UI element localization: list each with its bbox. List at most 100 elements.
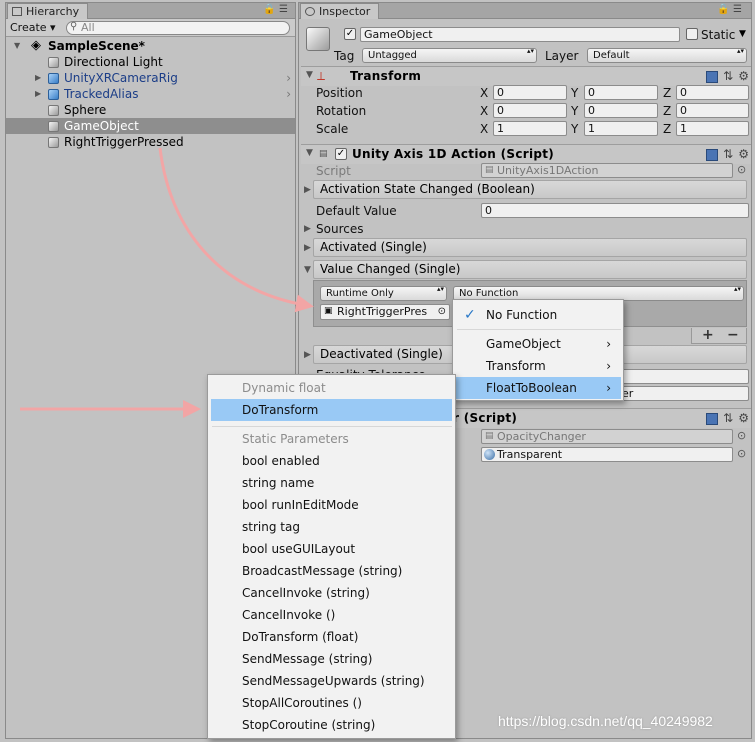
- object-picker-icon[interactable]: ⊙: [438, 305, 446, 318]
- static-dropdown-icon[interactable]: ▼: [739, 29, 746, 39]
- expand-arrow-icon[interactable]: ▼: [14, 38, 20, 54]
- position-z-field[interactable]: 0: [676, 85, 749, 100]
- help-book-icon[interactable]: [706, 148, 719, 161]
- submenu-item[interactable]: SendMessageUpwards (string): [211, 670, 452, 692]
- activation-event-label: Activation State Changed (Boolean): [320, 182, 535, 196]
- preset-icon[interactable]: ⇅: [723, 69, 733, 83]
- expand-arrow-icon[interactable]: ▼: [306, 148, 313, 158]
- value-changed-event-label: Value Changed (Single): [320, 262, 461, 276]
- tab-inspector[interactable]: Inspector: [300, 3, 380, 19]
- activation-event-bar[interactable]: Activation State Changed (Boolean): [313, 180, 747, 199]
- hierarchy-item-label: Directional Light: [64, 55, 163, 69]
- object-picker-icon[interactable]: ⊙: [737, 163, 746, 176]
- inspector-tabbar: Inspector 🔒 ☰: [299, 3, 751, 19]
- panel-menu-icon[interactable]: ☰: [733, 4, 742, 15]
- script-file-icon: ▤: [485, 431, 494, 441]
- chevron-right-icon[interactable]: ›: [286, 70, 291, 86]
- hierarchy-item[interactable]: ▶ TrackedAlias ›: [6, 86, 295, 102]
- position-y-field[interactable]: 0: [584, 85, 658, 100]
- menu-item-transform[interactable]: Transform ›: [456, 355, 621, 377]
- submenu-item[interactable]: StopAllCoroutines (): [211, 692, 452, 714]
- collapse-arrow-icon[interactable]: ▶: [304, 243, 311, 253]
- help-book-icon[interactable]: [706, 70, 719, 83]
- hierarchy-item-label: Sphere: [64, 103, 107, 117]
- menu-item-no-function[interactable]: ✓ No Function: [456, 304, 621, 326]
- submenu-item[interactable]: StopCoroutine (string): [211, 714, 452, 736]
- hierarchy-item[interactable]: Sphere: [6, 102, 295, 118]
- add-listener-button[interactable]: +: [702, 328, 714, 342]
- submenu-item[interactable]: DoTransform (float): [211, 626, 452, 648]
- runtime-dropdown[interactable]: Runtime Only: [320, 286, 447, 301]
- scale-z-field[interactable]: 1: [676, 121, 749, 136]
- hierarchy-item[interactable]: RightTriggerPressed: [6, 134, 295, 150]
- gear-icon[interactable]: ⚙: [738, 147, 749, 161]
- submenu-header-dynamic: Dynamic float: [242, 381, 326, 395]
- submenu-item[interactable]: bool runInEditMode: [211, 494, 452, 516]
- hierarchy-item[interactable]: Directional Light: [6, 54, 295, 70]
- submenu-item[interactable]: bool useGUILayout: [211, 538, 452, 560]
- submenu-item[interactable]: BroadcastMessage (string): [211, 560, 452, 582]
- chevron-right-icon[interactable]: ›: [286, 86, 291, 102]
- active-checkbox[interactable]: ✓: [344, 28, 356, 40]
- activated-event-bar[interactable]: Activated (Single): [313, 238, 747, 257]
- tag-dropdown[interactable]: Untagged: [362, 48, 537, 63]
- hierarchy-item[interactable]: ▶ UnityXRCameraRig ›: [6, 70, 295, 86]
- scene-row[interactable]: ▼ ◈ SampleScene*: [6, 38, 295, 54]
- equality-tolerance-label: Equality Tolerance: [316, 367, 426, 373]
- axis-action-header[interactable]: ▼ ▤ ✓ Unity Axis 1D Action (Script) ⇅ ⚙: [301, 144, 751, 164]
- collapse-arrow-icon[interactable]: ▶: [304, 185, 311, 195]
- collapse-arrow-icon[interactable]: ▶: [304, 350, 311, 360]
- lock-icon[interactable]: 🔒: [717, 4, 729, 15]
- collapse-arrow-icon[interactable]: ▶: [35, 70, 41, 86]
- submenu-item[interactable]: CancelInvoke (string): [211, 582, 452, 604]
- object-name-field[interactable]: GameObject: [360, 27, 680, 42]
- value-changed-event-bar[interactable]: Value Changed (Single): [313, 260, 747, 279]
- scale-x-field[interactable]: 1: [493, 121, 567, 136]
- submenu-item[interactable]: SendMessage (string): [211, 648, 452, 670]
- position-x-field[interactable]: 0: [493, 85, 567, 100]
- component-enabled-checkbox[interactable]: ✓: [335, 148, 347, 160]
- menu-item-gameobject[interactable]: GameObject ›: [456, 333, 621, 355]
- submenu-item[interactable]: CancelInvoke (): [211, 604, 452, 626]
- expand-arrow-icon[interactable]: ▼: [304, 265, 311, 275]
- target-object-value: RightTriggerPres: [337, 305, 428, 318]
- static-checkbox[interactable]: [686, 28, 698, 40]
- position-label: Position: [316, 86, 363, 100]
- search-input[interactable]: All: [66, 21, 290, 35]
- tab-hierarchy-label: Hierarchy: [26, 5, 80, 18]
- object-picker-icon[interactable]: ⊙: [737, 447, 746, 460]
- hierarchy-item-selected[interactable]: GameObject: [6, 118, 295, 134]
- create-dropdown[interactable]: Create ▾: [10, 21, 56, 35]
- preset-icon[interactable]: ⇅: [723, 411, 733, 425]
- remove-listener-button[interactable]: −: [727, 328, 739, 342]
- lock-icon[interactable]: 🔒: [263, 4, 275, 15]
- submenu-item[interactable]: string name: [211, 472, 452, 494]
- submenu-item-dotransform-dynamic[interactable]: DoTransform: [211, 399, 452, 421]
- layer-dropdown[interactable]: Default: [587, 48, 747, 63]
- scale-y-field[interactable]: 1: [584, 121, 658, 136]
- preset-icon[interactable]: ⇅: [723, 147, 733, 161]
- expand-arrow-icon[interactable]: ▼: [306, 70, 313, 80]
- material-field[interactable]: Transparent: [481, 447, 733, 462]
- submenu-item[interactable]: bool enabled: [211, 450, 452, 472]
- collapse-arrow-icon[interactable]: ▶: [304, 224, 311, 234]
- submenu-item[interactable]: string tag: [211, 516, 452, 538]
- gear-icon[interactable]: ⚙: [738, 69, 749, 83]
- collapse-arrow-icon[interactable]: ▶: [35, 86, 41, 102]
- panel-menu-icon[interactable]: ☰: [279, 4, 288, 15]
- axis-y-label: Y: [571, 122, 579, 136]
- tab-inspector-label: Inspector: [319, 5, 371, 18]
- gear-icon[interactable]: ⚙: [738, 411, 749, 425]
- rotation-y-field[interactable]: 0: [584, 103, 658, 118]
- tab-hierarchy[interactable]: Hierarchy: [7, 3, 89, 19]
- default-value-field[interactable]: 0: [481, 203, 749, 218]
- target-object-field[interactable]: ▣ RightTriggerPres ⊙: [320, 304, 450, 320]
- menu-item-floattoboolean[interactable]: FloatToBoolean ›: [456, 377, 621, 399]
- transform-header[interactable]: ▼ ⟂ Transform ⇅ ⚙: [301, 66, 751, 86]
- object-picker-icon[interactable]: ⊙: [737, 429, 746, 442]
- rotation-x-field[interactable]: 0: [493, 103, 567, 118]
- rotation-z-field[interactable]: 0: [676, 103, 749, 118]
- script-value: UnityAxis1DAction: [497, 164, 599, 177]
- help-book-icon[interactable]: [706, 412, 719, 425]
- chevron-right-icon: ›: [606, 337, 611, 351]
